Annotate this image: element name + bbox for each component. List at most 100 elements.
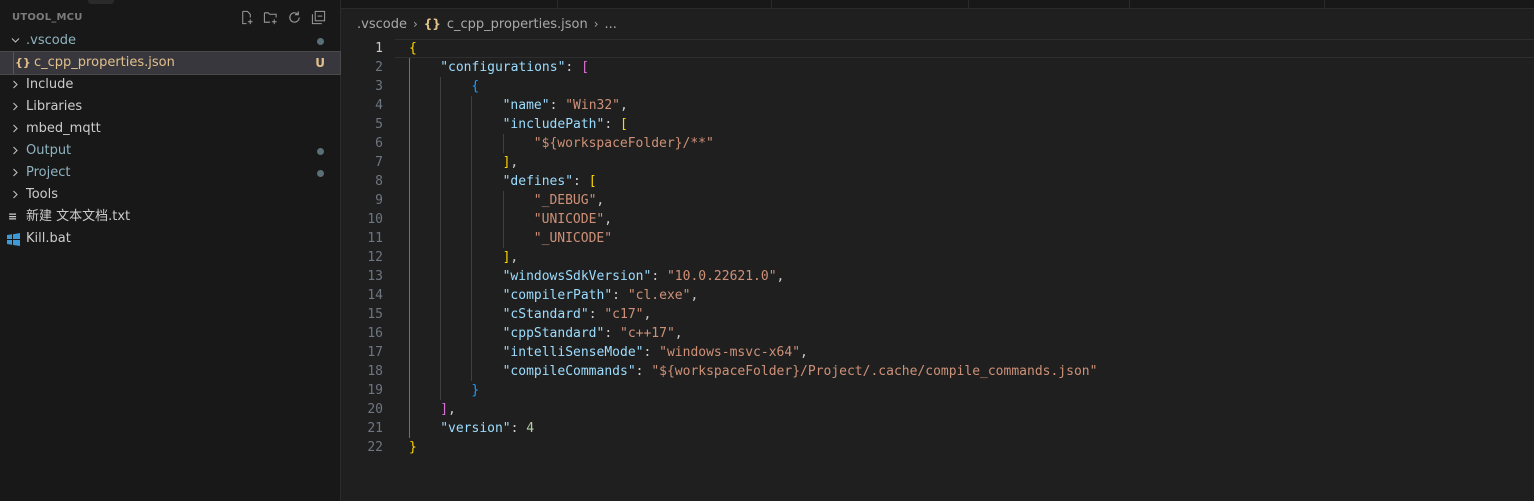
code-token: "compilerPath" <box>502 288 613 303</box>
tab-stub[interactable] <box>968 0 1130 8</box>
tree-folder-libraries[interactable]: Libraries <box>0 96 340 118</box>
code-token: , <box>776 269 785 284</box>
code-text: ], <box>503 153 519 172</box>
modified-dot <box>317 170 324 177</box>
code-token: , <box>674 326 683 341</box>
code-token: "_UNICODE" <box>533 231 613 246</box>
line-number: 4 <box>375 98 383 113</box>
chevron-right-icon <box>9 184 21 206</box>
project-title[interactable]: UTOOL_MCU <box>12 12 83 23</box>
code-token: , <box>510 250 519 265</box>
code-token: : <box>604 117 620 132</box>
line-number: 6 <box>375 136 383 151</box>
chevron-right-icon: › <box>593 17 599 31</box>
tree-item-label: Libraries <box>26 99 83 114</box>
tree-folder-tools[interactable]: Tools <box>0 184 340 206</box>
indent-guide <box>409 58 410 438</box>
code-token: "c17" <box>604 307 644 322</box>
refresh-icon[interactable] <box>287 10 302 25</box>
code-token: "cppStandard" <box>502 326 605 341</box>
code-text: "configurations": [ <box>440 58 589 77</box>
tree-file-kill-bat[interactable]: Kill.bat <box>0 228 340 250</box>
tree-file-c-cpp-properties[interactable]: {} c_cpp_properties.json U <box>0 51 341 75</box>
line-number: 10 <box>367 212 383 227</box>
code-editor[interactable]: 1{2 "configurations": [3{4 "name": "Win32"… <box>341 39 1534 501</box>
untracked-badge: U <box>315 56 325 70</box>
code-token: } <box>471 383 480 398</box>
tree-item-label: .vscode <box>26 33 76 48</box>
tree-item-label: Kill.bat <box>26 231 71 246</box>
breadcrumb-file[interactable]: c_cpp_properties.json <box>447 17 588 32</box>
tree-item-label: Tools <box>26 187 59 202</box>
tab-stub[interactable] <box>341 0 558 8</box>
tab-stub[interactable] <box>771 0 969 8</box>
code-token: "name" <box>502 98 550 113</box>
code-token: "windows-msvc-x64" <box>659 345 801 360</box>
chevron-right-icon <box>9 162 21 184</box>
breadcrumb-folder[interactable]: .vscode <box>357 17 407 32</box>
code-token: "UNICODE" <box>533 212 605 227</box>
tree-folder-output[interactable]: Output <box>0 140 340 162</box>
tree-folder-vscode[interactable]: .vscode <box>0 30 340 52</box>
collapse-all-icon[interactable] <box>311 10 326 25</box>
code-token: : <box>651 269 667 284</box>
json-file-icon: {} <box>15 56 31 69</box>
chevron-right-icon <box>9 74 21 96</box>
code-token: { <box>471 79 480 94</box>
line-number: 12 <box>367 250 383 265</box>
code-text: "compileCommands": "${workspaceFolder}/P… <box>503 362 1098 381</box>
tree-item-label: Output <box>26 143 72 158</box>
code-text: "intelliSenseMode": "windows-msvc-x64", <box>503 343 808 362</box>
tree-folder-project[interactable]: Project <box>0 162 340 184</box>
code-token: [ <box>588 174 597 189</box>
code-text: "version": 4 <box>440 419 534 438</box>
file-tree: .vscode {} c_cpp_properties.json U Inclu… <box>0 30 341 250</box>
chevron-right-icon: › <box>412 17 418 31</box>
json-file-icon: {} <box>423 17 441 31</box>
code-text: "defines": [ <box>503 172 597 191</box>
code-text: ], <box>503 248 519 267</box>
vscode-window: UTOOL_MCU .vscode {} c_cpp_properties.js… <box>0 0 1534 501</box>
tree-folder-include[interactable]: Include <box>0 74 340 96</box>
tab-stub[interactable] <box>557 0 772 8</box>
indent-guide <box>440 77 442 400</box>
new-file-icon[interactable] <box>239 10 254 25</box>
code-token: : <box>643 345 660 360</box>
chevron-down-icon <box>9 30 21 52</box>
code-token: "c++17" <box>620 326 675 341</box>
code-text: "_UNICODE" <box>534 229 612 248</box>
breadcrumb: .vscode › {} c_cpp_properties.json › ... <box>357 15 617 33</box>
tab-stub[interactable] <box>1129 0 1325 8</box>
line-number: 18 <box>367 364 383 379</box>
breadcrumb-symbol[interactable]: ... <box>605 17 617 32</box>
line-number: 19 <box>367 383 383 398</box>
code-token: "version" <box>440 421 511 436</box>
new-folder-icon[interactable] <box>263 10 278 25</box>
code-text: "name": "Win32", <box>503 96 628 115</box>
code-token: [ <box>620 117 628 132</box>
tree-folder-mbed-mqtt[interactable]: mbed_mqtt <box>0 118 340 140</box>
code-token: : <box>549 98 566 113</box>
code-token: : <box>510 421 527 436</box>
line-number: 22 <box>367 440 383 455</box>
tree-item-label: Project <box>26 165 71 180</box>
code-text: "_DEBUG", <box>534 191 604 210</box>
editor-pane: .vscode › {} c_cpp_properties.json › ...… <box>341 0 1534 501</box>
tree-file-txt[interactable]: ≡ 新建 文本文档.txt <box>0 206 340 228</box>
text-file-icon: ≡ <box>8 210 18 223</box>
code-token: ] <box>440 402 449 417</box>
explorer-sidebar: UTOOL_MCU .vscode {} c_cpp_properties.js… <box>0 0 341 501</box>
code-token: : <box>565 60 582 75</box>
line-number: 17 <box>367 345 383 360</box>
line-number: 9 <box>375 193 383 208</box>
code-text: "cStandard": "c17", <box>503 305 652 324</box>
code-token: "windowsSdkVersion" <box>502 269 652 284</box>
line-number: 2 <box>375 60 383 75</box>
code-token: "10.0.22621.0" <box>666 269 777 284</box>
chevron-right-icon <box>9 140 21 162</box>
code-token: , <box>643 307 652 322</box>
code-token: , <box>620 98 628 113</box>
code-text: "${workspaceFolder}/**" <box>534 134 714 153</box>
code-token: } <box>409 440 417 455</box>
code-token: , <box>800 345 808 360</box>
